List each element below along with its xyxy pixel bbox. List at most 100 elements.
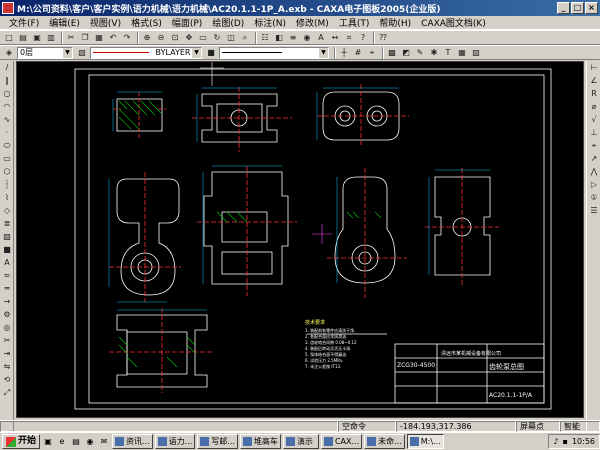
image-icon[interactable]: ▨ [470,47,482,59]
linetype-select[interactable]: BYLAYER ▼ [90,46,202,59]
section-mark-icon[interactable]: ▷ [588,179,600,191]
minimize-button[interactable]: _ [557,2,570,14]
volume-icon[interactable]: ♪ [553,435,558,448]
menu-edit[interactable]: 编辑(E) [44,16,85,29]
rotate-icon[interactable]: ⟲ [1,374,13,386]
balloon-icon[interactable]: ① [588,192,600,204]
copy-icon[interactable]: ❐ [79,32,91,44]
parallel-line-icon[interactable]: ∥ [1,75,13,87]
text-style-icon[interactable]: A [315,32,327,44]
block-icon[interactable]: ▩ [386,47,398,59]
fill-tool-icon[interactable]: ■ [1,244,13,256]
redraw-icon[interactable]: ↻ [211,32,223,44]
cut-icon[interactable]: ✂ [65,32,77,44]
ellipse-tool-icon[interactable]: ⬭ [1,140,13,152]
zoom-out-icon[interactable]: ⊖ [155,32,167,44]
dim-linear-icon[interactable]: ⊢ [588,62,600,74]
menu-view[interactable]: 视图(V) [85,16,126,29]
paste-icon[interactable]: ▦ [93,32,105,44]
linetype-manager-icon[interactable]: ▧ [76,47,88,59]
layer-icon[interactable]: ◧ [273,32,285,44]
measure-icon[interactable]: ⌗ [343,32,355,44]
datum-icon[interactable]: ⊥ [588,127,600,139]
close-button[interactable]: × [585,2,598,14]
dim-style-icon[interactable]: ↔ [329,32,341,44]
dim-angle-icon[interactable]: ∠ [588,75,600,87]
spline-tool-icon[interactable]: ∿ [1,114,13,126]
dim-radius-icon[interactable]: R [588,88,600,100]
table-icon[interactable]: ▦ [456,47,468,59]
layer-select[interactable]: 0层 ▼ [17,46,73,59]
new-file-icon[interactable]: □ [3,32,15,44]
ortho-icon[interactable]: ┼ [338,47,350,59]
arc-tool-icon[interactable]: ◠ [1,101,13,113]
centerline-icon[interactable]: ┊ [1,179,13,191]
text-tool-icon[interactable]: A [1,257,13,269]
save-icon[interactable]: ▣ [31,32,43,44]
hatch-tool-icon[interactable]: ▨ [1,231,13,243]
zoom-prev-icon[interactable]: ◫ [225,32,237,44]
drawing-canvas[interactable]: 技术要求 1. 装配前各零件应清洗干净, 2. 各配合面应涂润滑油. 3. 齿轮… [16,61,584,418]
menu-tools[interactable]: 工具(T) [334,16,375,29]
hole-icon[interactable]: ◎ [1,322,13,334]
tolerance-icon[interactable]: ⌖ [588,140,600,152]
snap-select[interactable]: 智能 [560,421,600,432]
maximize-button[interactable]: □ [571,2,584,14]
taskbar-item[interactable]: 堆高车 [239,434,281,449]
isometric-icon[interactable]: ◇ [1,205,13,217]
menu-help[interactable]: 帮助(H) [374,16,416,29]
menu-file[interactable]: 文件(F) [4,16,44,29]
desktop-icon[interactable]: ▣ [42,436,54,448]
text-icon[interactable]: T [442,47,454,59]
start-button[interactable]: 开始 [2,434,41,449]
format-brush-icon[interactable]: ✎ [414,47,426,59]
color-icon[interactable]: ◉ [301,32,313,44]
scale-icon[interactable]: ⤢ [1,387,13,399]
dim-diameter-icon[interactable]: ⌀ [588,101,600,113]
menu-format[interactable]: 格式(S) [126,16,167,29]
library-icon[interactable]: ◩ [400,47,412,59]
menu-modify[interactable]: 修改(M) [291,16,334,29]
taskbar-item[interactable]: 语力... [154,434,196,449]
undo-icon[interactable]: ↶ [107,32,119,44]
taskbar-item[interactable]: 写邮... [197,434,238,449]
grid-icon[interactable]: # [352,47,364,59]
layer-manager-icon[interactable]: ◈ [3,47,15,59]
bom-icon[interactable]: ☰ [588,205,600,217]
ie-icon[interactable]: e [56,436,68,448]
tooth-icon[interactable]: ⚙ [1,309,13,321]
point-tool-icon[interactable]: · [1,127,13,139]
zoom-realtime-icon[interactable]: ⌕ [239,32,251,44]
taskbar-item[interactable]: CAX... [320,434,363,449]
wave-line-icon[interactable]: ≈ [1,270,13,282]
equidistant-icon[interactable]: ≣ [1,218,13,230]
menu-draw[interactable]: 绘图(D) [207,16,249,29]
taskbar-item[interactable]: 未命... [364,434,405,449]
taskbar-item[interactable]: 演示 [282,434,319,449]
menu-caxa-docs[interactable]: CAXA图文档(K) [416,16,491,29]
trim-icon[interactable]: ✂ [1,335,13,347]
caxa-app-icon[interactable] [2,2,14,14]
mail-icon[interactable]: ✉ [98,436,110,448]
color-swatch-icon[interactable]: ■ [205,47,217,59]
roughness-icon[interactable]: √ [588,114,600,126]
double-line-icon[interactable]: ═ [1,283,13,295]
linetype-icon[interactable]: ≡ [287,32,299,44]
network-icon[interactable]: ▪ [563,435,568,448]
circle-tool-icon[interactable]: ○ [1,88,13,100]
open-file-icon[interactable]: ▤ [17,32,29,44]
rectangle-tool-icon[interactable]: ▭ [1,153,13,165]
zoom-in-icon[interactable]: ⊕ [141,32,153,44]
mirror-icon[interactable]: ⇋ [1,361,13,373]
explode-icon[interactable]: ✱ [428,47,440,59]
explorer-icon[interactable]: ▤ [70,436,82,448]
zoom-all-icon[interactable]: ▭ [197,32,209,44]
color-select[interactable]: ▼ [219,46,329,59]
extend-icon[interactable]: ⇥ [1,348,13,360]
polygon-tool-icon[interactable]: ⬡ [1,166,13,178]
polyline-icon[interactable]: ⌇ [1,192,13,204]
query-icon[interactable]: ? [357,32,369,44]
pan-icon[interactable]: ✥ [183,32,195,44]
media-icon[interactable]: ◉ [84,436,96,448]
properties-icon[interactable]: ☷ [259,32,271,44]
